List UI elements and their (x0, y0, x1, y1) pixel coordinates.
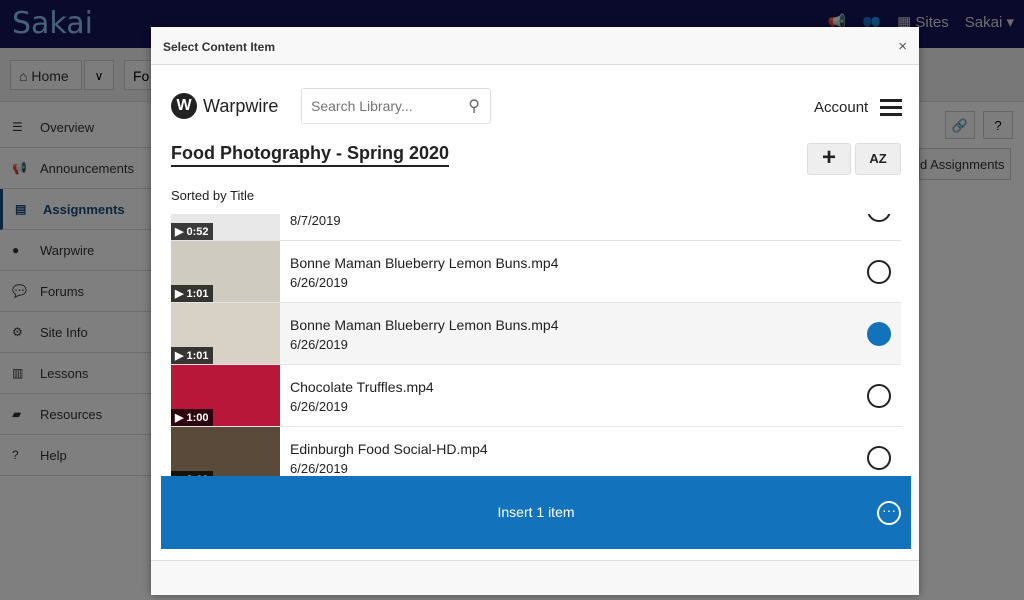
item-date: 6/26/2019 (290, 461, 348, 476)
warpwire-logo: W (171, 93, 197, 119)
video-thumbnail[interactable]: ▶ 0:52 (171, 214, 280, 240)
duration-badge: ▶ 0:52 (171, 223, 213, 240)
item-date: 6/26/2019 (290, 337, 348, 352)
account-link[interactable]: Account (814, 99, 868, 116)
item-date: 8/7/2019 (290, 214, 341, 228)
warpwire-brand: W Warpwire (171, 93, 278, 119)
video-thumbnail[interactable]: ▶ 2:00 (171, 427, 280, 476)
duration-badge: ▶ 1:00 (171, 409, 213, 426)
item-title: Bonne Maman Blueberry Lemon Buns.mp4 (290, 255, 559, 271)
list-item[interactable]: ▶ 1:00 Chocolate Truffles.mp4 6/26/2019 (171, 365, 901, 427)
close-icon[interactable]: × (898, 38, 907, 55)
list-item[interactable]: ▶ 1:01 Bonne Maman Blueberry Lemon Buns.… (171, 241, 901, 303)
item-date: 6/26/2019 (290, 399, 348, 414)
hamburger-menu-icon[interactable] (880, 99, 902, 120)
item-title: Edinburgh Food Social-HD.mp4 (290, 441, 488, 457)
list-item[interactable]: ▶ 1:01 Bonne Maman Blueberry Lemon Buns.… (171, 303, 901, 365)
search-icon[interactable]: ⚲ (468, 96, 480, 116)
select-radio[interactable] (867, 384, 891, 408)
select-radio[interactable] (867, 446, 891, 470)
modal-footer (151, 560, 919, 595)
select-content-modal: Select Content Item × W Warpwire ⚲ Accou… (151, 27, 919, 595)
list-item[interactable]: ▶ 2:00 Edinburgh Food Social-HD.mp4 6/26… (171, 427, 901, 476)
modal-title: Select Content Item (151, 27, 919, 65)
search-box: ⚲ (301, 88, 491, 124)
content-list[interactable]: ▶ 0:52 8/7/2019 ▶ 1:01 Bonne Maman Blueb… (171, 214, 901, 476)
video-thumbnail[interactable]: ▶ 1:00 (171, 365, 280, 426)
sort-label: Sorted by Title (171, 188, 255, 203)
item-title: Bonne Maman Blueberry Lemon Buns.mp4 (290, 317, 559, 333)
duration-badge: ▶ 1:01 (171, 347, 213, 364)
insert-button[interactable]: Insert 1 item ··· (161, 476, 911, 549)
video-thumbnail[interactable]: ▶ 1:01 (171, 303, 280, 364)
search-input[interactable] (302, 89, 452, 123)
more-options-icon[interactable]: ··· (877, 501, 901, 525)
select-radio[interactable] (867, 322, 891, 346)
add-button[interactable]: + (807, 143, 851, 175)
duration-badge: ▶ 1:01 (171, 285, 213, 302)
select-radio[interactable] (867, 260, 891, 284)
item-title: Chocolate Truffles.mp4 (290, 379, 434, 395)
insert-label: Insert 1 item (497, 504, 575, 520)
select-radio[interactable] (867, 214, 891, 222)
sort-button[interactable]: AZ (855, 143, 901, 175)
warpwire-name: Warpwire (203, 95, 279, 116)
item-date: 6/26/2019 (290, 275, 348, 290)
list-item[interactable]: ▶ 0:52 8/7/2019 (171, 214, 901, 241)
video-thumbnail[interactable]: ▶ 1:01 (171, 241, 280, 302)
library-title[interactable]: Food Photography - Spring 2020 (171, 143, 450, 167)
